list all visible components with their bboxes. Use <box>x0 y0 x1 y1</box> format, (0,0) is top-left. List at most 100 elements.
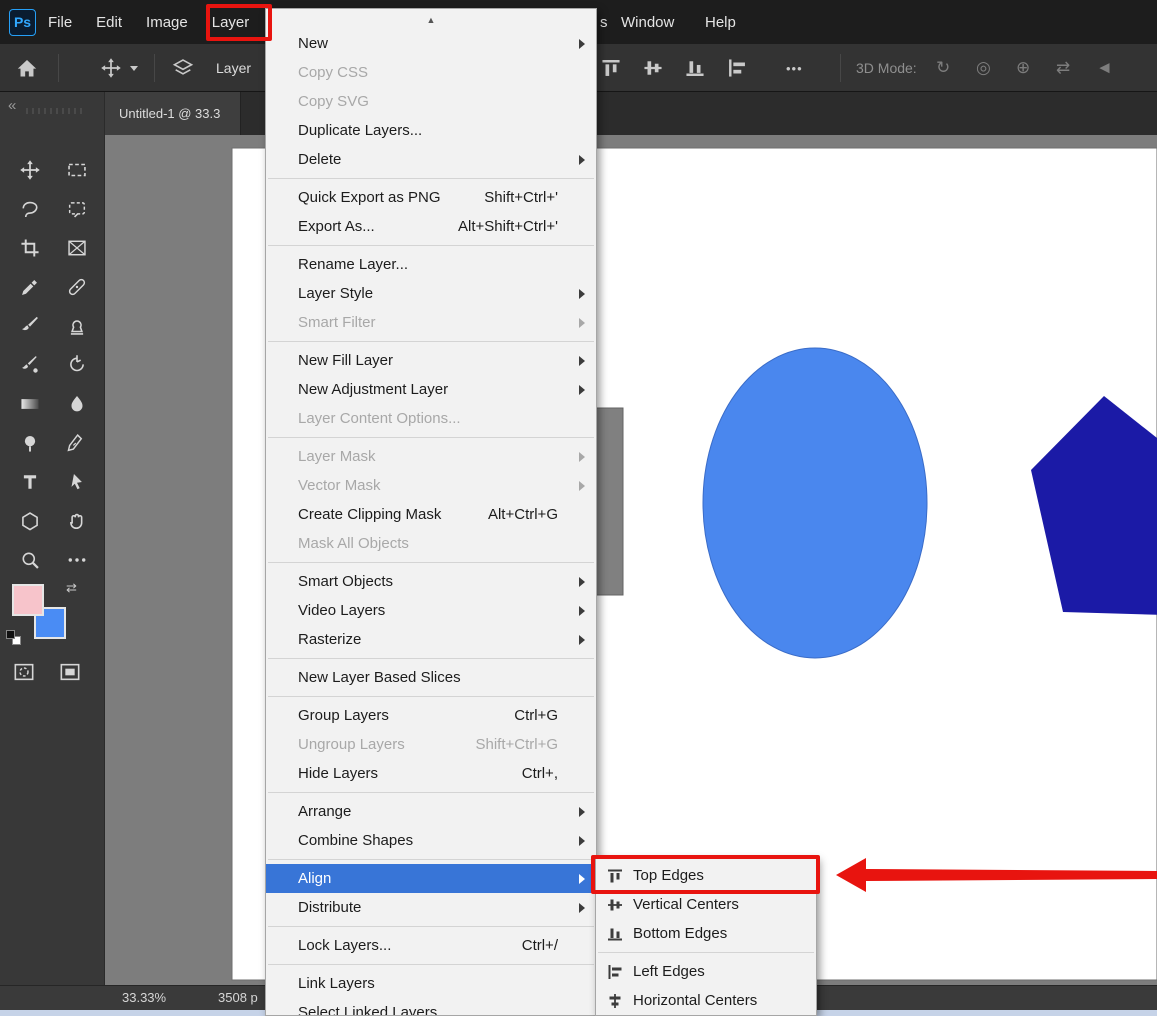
foreground-color-swatch[interactable] <box>12 584 44 616</box>
hand-tool[interactable] <box>53 501 100 540</box>
zoom-level-field[interactable]: 33.33% <box>122 990 166 1005</box>
history-brush-tool[interactable] <box>53 345 100 384</box>
brush-tool[interactable] <box>6 306 53 345</box>
menu-item-align[interactable]: Align <box>266 864 596 893</box>
blur-tool[interactable] <box>53 384 100 423</box>
submenu-item-left-edges[interactable]: Left Edges <box>596 957 816 986</box>
panel-grip[interactable] <box>26 108 82 114</box>
menu-scroll-up-button[interactable]: ▲ <box>266 11 596 29</box>
align-vertical-centers-button[interactable] <box>642 44 664 92</box>
3d-zoom-icon[interactable]: ◄ <box>1096 44 1113 92</box>
screen-mode-icon <box>58 660 82 684</box>
pen-tool[interactable] <box>53 423 100 462</box>
submenu-separator <box>598 952 814 953</box>
submenu-arrow-icon <box>579 836 585 846</box>
menu-layer[interactable]: Layer <box>200 0 262 44</box>
align-overflow-button[interactable]: ••• <box>786 44 803 92</box>
menu-item-new-layer-based-slices[interactable]: New Layer Based Slices <box>266 663 596 692</box>
menu-item-link-layers[interactable]: Link Layers <box>266 969 596 998</box>
screen-mode-button[interactable] <box>58 660 82 689</box>
clone-stamp-tool[interactable] <box>53 306 100 345</box>
menu-item-quick-export-png[interactable]: Quick Export as PNGShift+Ctrl+' <box>266 183 596 212</box>
auto-select-value[interactable]: Layer <box>216 44 251 92</box>
submenu-item-top-edges[interactable]: Top Edges <box>596 861 816 890</box>
submenu-item-vertical-centers[interactable]: Vertical Centers <box>596 890 816 919</box>
menu-separator <box>268 562 594 563</box>
3d-roll-icon[interactable]: ◎ <box>976 44 991 92</box>
menu-item-rename-layer[interactable]: Rename Layer... <box>266 250 596 279</box>
default-colors-icon[interactable] <box>6 630 15 639</box>
auto-select-toggle[interactable] <box>172 44 194 92</box>
move-tool-preset-button[interactable] <box>100 44 122 92</box>
menu-item-export-as[interactable]: Export As...Alt+Shift+Ctrl+' <box>266 212 596 241</box>
document-tab[interactable]: Untitled-1 @ 33.3 <box>105 92 241 135</box>
menu-item-arrange[interactable]: Arrange <box>266 797 596 826</box>
menu-item-video-layers[interactable]: Video Layers <box>266 596 596 625</box>
3d-pan-icon[interactable]: ⊕ <box>1016 44 1030 92</box>
menu-item-duplicate-layers[interactable]: Duplicate Layers... <box>266 116 596 145</box>
3d-orbit-icon[interactable]: ↻ <box>936 44 950 92</box>
menu-item-distribute[interactable]: Distribute <box>266 893 596 922</box>
3d-slide-icon[interactable]: ⇄ <box>1056 44 1070 92</box>
menu-help[interactable]: Help <box>705 0 736 44</box>
menu-item-hide-layers[interactable]: Hide LayersCtrl+, <box>266 759 596 788</box>
menu-item-rasterize[interactable]: Rasterize <box>266 625 596 654</box>
menu-item-select-linked-layers[interactable]: Select Linked Layers <box>266 998 596 1016</box>
menu-item-combine-shapes[interactable]: Combine Shapes <box>266 826 596 855</box>
menu-separator <box>268 859 594 860</box>
home-button[interactable] <box>16 44 38 92</box>
submenu-item-bottom-edges[interactable]: Bottom Edges <box>596 919 816 948</box>
submenu-arrow-icon <box>579 903 585 913</box>
color-swatches: ⇄ <box>0 578 105 658</box>
object-selection-tool[interactable] <box>53 189 100 228</box>
chevron-down-icon <box>130 66 138 71</box>
path-selection-tool[interactable] <box>53 462 100 501</box>
menu-item-lock-layers[interactable]: Lock Layers...Ctrl+/ <box>266 931 596 960</box>
menu-item-group-layers[interactable]: Group LayersCtrl+G <box>266 701 596 730</box>
logo-text: Ps <box>14 14 31 30</box>
move-tool-icon <box>100 57 122 79</box>
spot-healing-brush-tool[interactable] <box>53 267 100 306</box>
submenu-arrow-icon <box>579 318 585 328</box>
menu-item-smart-objects[interactable]: Smart Objects <box>266 567 596 596</box>
options-divider <box>58 54 59 82</box>
menu-window[interactable]: Window <box>621 0 674 44</box>
menu-item-smart-filter: Smart Filter <box>266 308 596 337</box>
align-left-edges-button[interactable] <box>726 44 748 92</box>
align-top-edges-button[interactable] <box>600 44 622 92</box>
quick-mask-button[interactable] <box>12 660 36 689</box>
menu-partial-item[interactable]: s <box>600 0 608 44</box>
document-info: 3508 p <box>218 990 258 1005</box>
menu-item-layer-style[interactable]: Layer Style <box>266 279 596 308</box>
eyedropper-tool[interactable] <box>6 267 53 306</box>
edit-toolbar-button[interactable] <box>53 540 100 579</box>
submenu-item-horizontal-centers[interactable]: Horizontal Centers <box>596 986 816 1015</box>
menu-image[interactable]: Image <box>134 0 200 44</box>
frame-tool[interactable] <box>53 228 100 267</box>
crop-tool[interactable] <box>6 228 53 267</box>
tool-preset-dropdown[interactable] <box>130 44 138 92</box>
align-bottom-edges-button[interactable] <box>684 44 706 92</box>
shape-tool[interactable] <box>6 501 53 540</box>
options-divider <box>840 54 841 82</box>
menu-item-delete[interactable]: Delete <box>266 145 596 174</box>
menu-item-new-adjustment-layer[interactable]: New Adjustment Layer <box>266 375 596 404</box>
menu-item-create-clipping-mask[interactable]: Create Clipping MaskAlt+Ctrl+G <box>266 500 596 529</box>
lasso-tool[interactable] <box>6 189 53 228</box>
gradient-tool[interactable] <box>6 384 53 423</box>
menu-item-new-fill-layer[interactable]: New Fill Layer <box>266 346 596 375</box>
move-tool[interactable] <box>6 150 53 189</box>
menu-edit[interactable]: Edit <box>84 0 134 44</box>
rectangular-marquee-tool[interactable] <box>53 150 100 189</box>
zoom-tool[interactable] <box>6 540 53 579</box>
menu-file[interactable]: File <box>36 0 84 44</box>
menu-item-new[interactable]: New <box>266 29 596 58</box>
menu-item-ungroup-layers: Ungroup LayersShift+Ctrl+G <box>266 730 596 759</box>
type-tool[interactable] <box>6 462 53 501</box>
swap-colors-icon[interactable]: ⇄ <box>66 580 77 596</box>
mixer-brush-tool[interactable] <box>6 345 53 384</box>
submenu-arrow-icon <box>579 356 585 366</box>
align-top-edges-icon <box>600 57 622 79</box>
dodge-tool[interactable] <box>6 423 53 462</box>
panel-collapse-button[interactable]: « <box>8 97 14 114</box>
